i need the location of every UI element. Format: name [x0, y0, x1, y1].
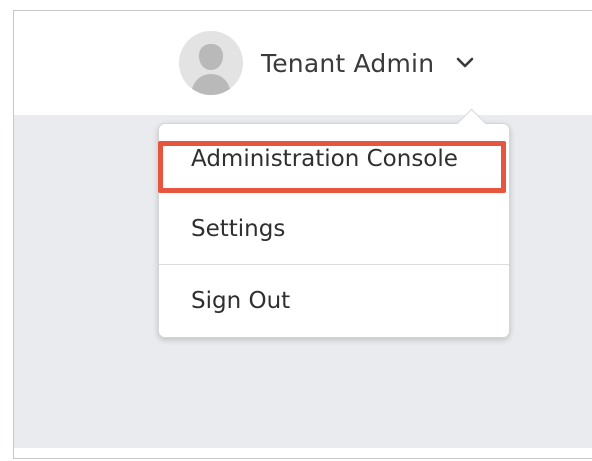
menu-item-settings[interactable]: Settings [159, 194, 509, 264]
user-dropdown-menu: Administration Console Settings Sign Out [158, 108, 510, 338]
menu-item-administration-console[interactable]: Administration Console [159, 124, 509, 194]
user-name: Tenant Admin [261, 48, 435, 78]
chevron-down-icon[interactable] [454, 52, 476, 74]
user-avatar-icon [179, 31, 243, 95]
top-header: Tenant Admin [14, 11, 592, 115]
menu-item-sign-out[interactable]: Sign Out [159, 265, 509, 337]
app-frame: Tenant Admin Administration Console Sett… [13, 10, 592, 459]
menu-item-label: Sign Out [191, 288, 291, 314]
menu-item-label: Administration Console [191, 146, 458, 172]
user-menu-toggle[interactable]: Tenant Admin [179, 31, 476, 95]
menu-item-label: Settings [191, 216, 286, 242]
